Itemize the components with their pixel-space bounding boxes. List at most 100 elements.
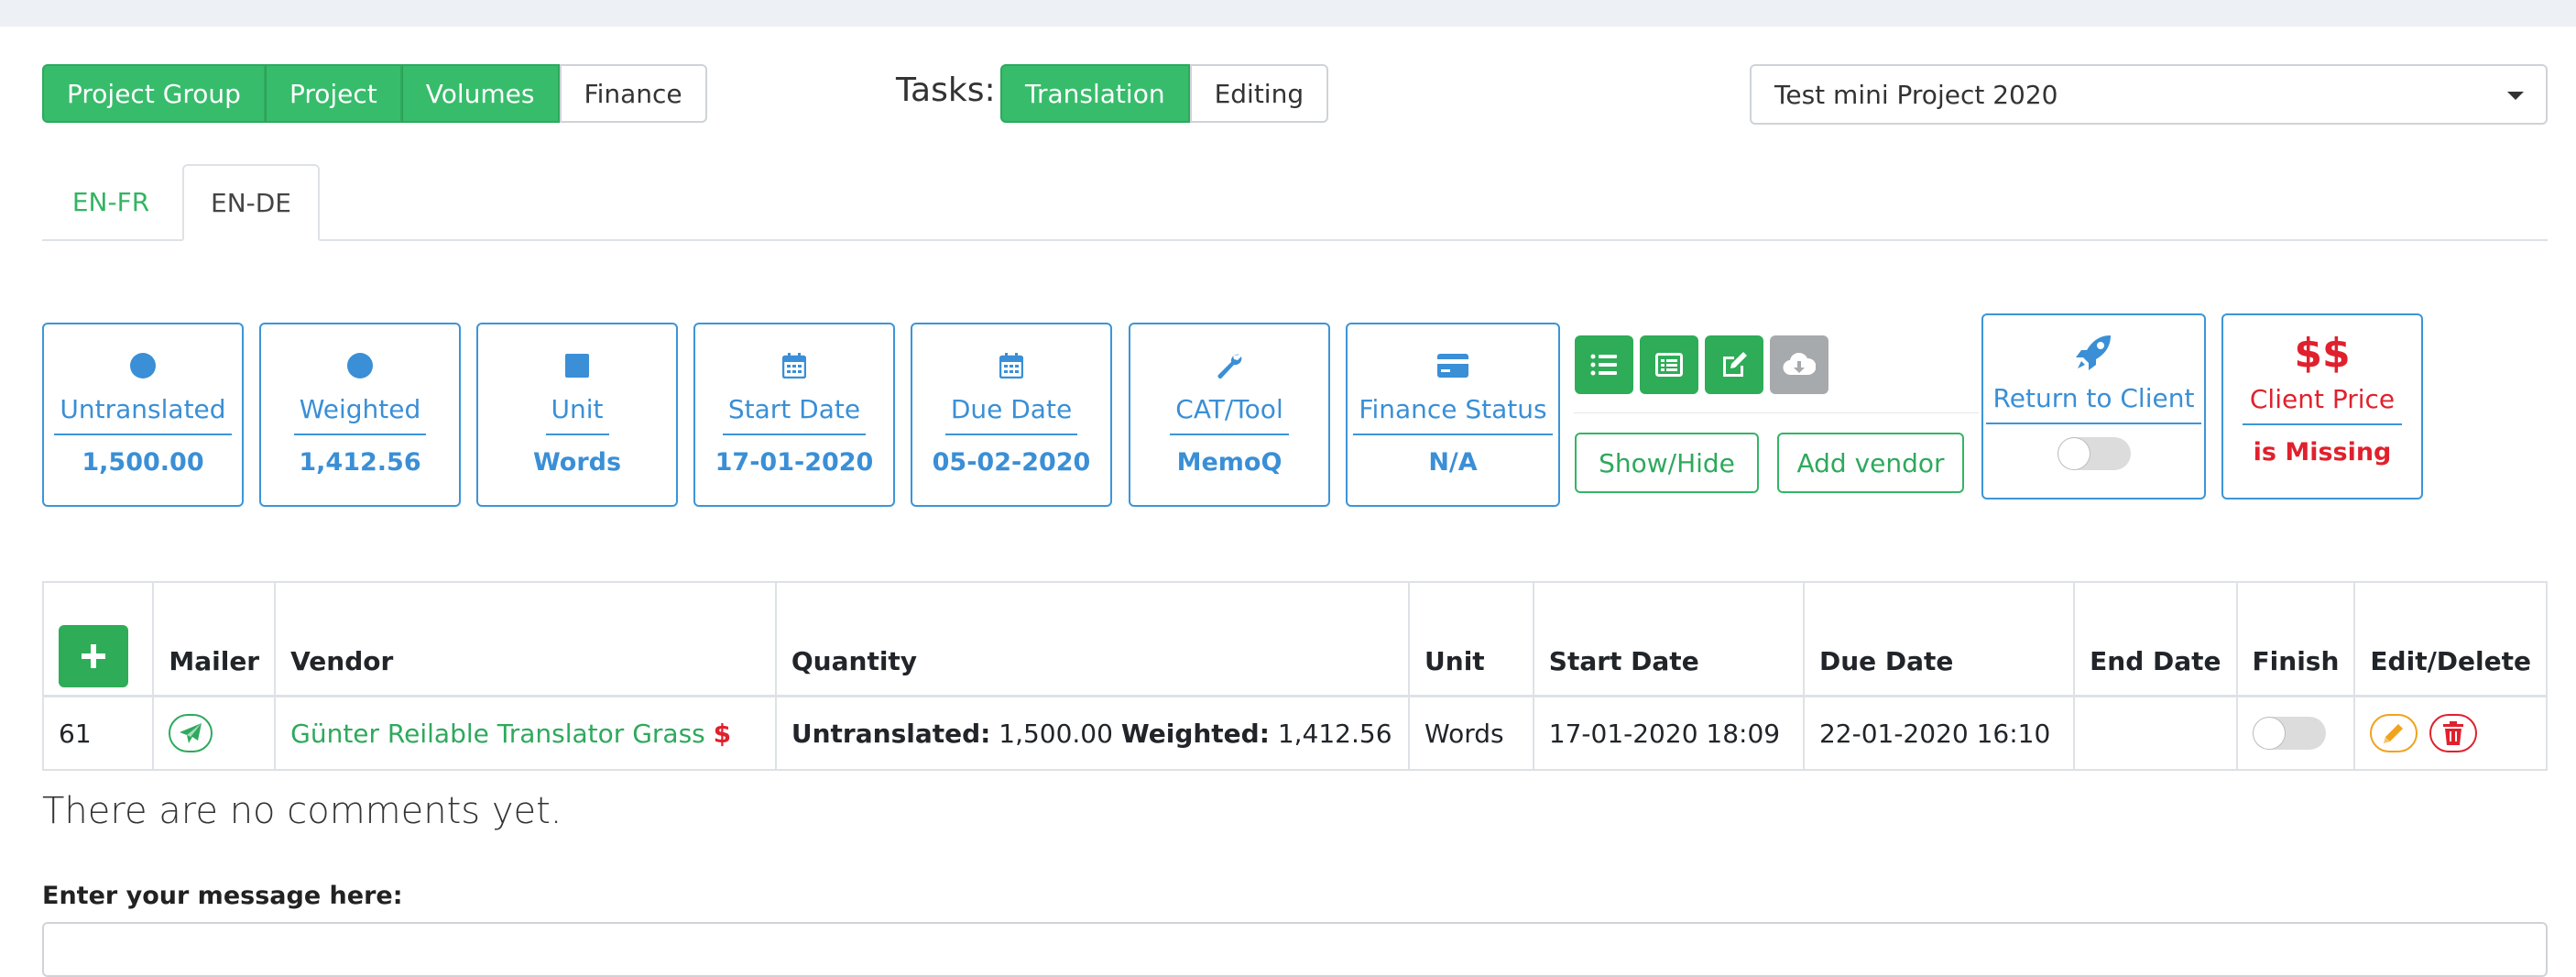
calendar-icon: [999, 353, 1023, 379]
language-tabs: EN-FR EN-DE: [42, 164, 2548, 241]
card-unit: Unit Words: [476, 323, 678, 507]
nav-project-group[interactable]: Project Group: [42, 64, 266, 123]
tasks-nav: Translation Editing: [1000, 64, 1329, 123]
task-editing[interactable]: Editing: [1189, 64, 1329, 123]
pencil-icon: [2384, 724, 2404, 743]
task-translation[interactable]: Translation: [1000, 64, 1190, 123]
client-price-label: Client Price: [2242, 384, 2403, 425]
client-price-status: is Missing: [2253, 438, 2392, 467]
qty-untranslated-value: 1,500.00: [999, 718, 1113, 749]
vendor-link[interactable]: Günter Reilable Translator Grass: [290, 719, 705, 749]
divider: [1574, 412, 1979, 413]
edit-row-button[interactable]: [2370, 714, 2418, 752]
paper-plane-icon: [180, 723, 202, 743]
card-finance-status: Finance Status N/A: [1346, 323, 1560, 507]
card-cat-tool: CAT/Tool MemoQ: [1129, 323, 1330, 507]
message-label: Enter your message here:: [42, 882, 403, 910]
project-select-value: Test mini Project 2020: [1774, 79, 2058, 110]
edit-icon: [1723, 352, 1747, 377]
list-button[interactable]: [1575, 335, 1633, 394]
chevron-down-icon: [2507, 92, 2524, 100]
card-due-date: Due Date 05-02-2020: [911, 323, 1112, 507]
edit-delete-cell: [2353, 695, 2548, 771]
col-mailer: Mailer: [152, 581, 277, 697]
col-edit-delete: Edit/Delete: [2353, 581, 2548, 697]
trash-icon: [2443, 721, 2464, 745]
card-value: 1,412.56: [299, 448, 421, 477]
return-to-client-card: Return to Client: [1981, 313, 2206, 499]
due-date-cell: 22-01-2020 16:10: [1802, 695, 2076, 771]
quantity-cell: Untranslated: 1,500.00 Weighted: 1,412.5…: [774, 695, 1411, 771]
col-end-date: End Date: [2073, 581, 2238, 697]
col-due-date: Due Date: [1802, 581, 2076, 697]
delete-row-button[interactable]: [2429, 714, 2478, 752]
circle-icon: [130, 353, 156, 379]
finish-cell: [2235, 695, 2356, 771]
card-label: Untranslated: [54, 394, 232, 435]
add-column: [41, 581, 155, 697]
square-icon: [565, 354, 589, 378]
card-label: Unit: [545, 394, 609, 435]
nav-volumes[interactable]: Volumes: [401, 64, 560, 123]
finish-toggle[interactable]: [2252, 717, 2326, 750]
rocket-icon: [2075, 335, 2111, 370]
card-label: Due Date: [944, 394, 1078, 435]
message-input[interactable]: [42, 922, 2548, 977]
table-header-row: Mailer Vendor Quantity Unit Start Date D…: [41, 581, 2548, 697]
card-label: Finance Status: [1353, 394, 1553, 435]
circle-icon: [347, 353, 373, 379]
card-weighted: Weighted 1,412.56: [259, 323, 461, 507]
col-start-date: Start Date: [1532, 581, 1805, 697]
return-to-client-label: Return to Client: [1985, 383, 2202, 424]
qty-untranslated-label: Untranslated:: [791, 718, 991, 749]
dollar-badge: $: [713, 718, 732, 749]
card-value: Words: [532, 448, 622, 477]
qty-weighted-label: Weighted:: [1120, 718, 1270, 749]
card-untranslated: Untranslated 1,500.00: [42, 323, 244, 507]
vendor-cell: Günter Reilable Translator Grass $: [274, 695, 777, 771]
end-date-cell: [2073, 695, 2238, 771]
col-finish: Finish: [2235, 581, 2356, 697]
table-button[interactable]: [1640, 335, 1698, 394]
card-value: 05-02-2020: [932, 448, 1091, 477]
client-price-card: $$ Client Price is Missing: [2221, 313, 2423, 499]
list-icon: [1590, 354, 1617, 376]
unit-cell: Words: [1408, 695, 1534, 771]
show-hide-button[interactable]: Show/Hide: [1575, 433, 1759, 493]
table-row: 61 Günter Reilable Translator Grass $ Un…: [41, 695, 2548, 771]
return-to-client-toggle[interactable]: [2057, 437, 2131, 470]
calendar-icon: [782, 353, 806, 379]
nav-finance[interactable]: Finance: [559, 64, 707, 123]
row-id: 61: [41, 695, 155, 771]
credit-card-icon: [1437, 354, 1468, 378]
start-date-cell: 17-01-2020 18:09: [1532, 695, 1805, 771]
project-select[interactable]: Test mini Project 2020: [1750, 64, 2548, 125]
mailer-cell: [152, 695, 277, 771]
top-strip: [0, 0, 2576, 27]
download-button[interactable]: [1770, 335, 1828, 394]
tab-en-fr[interactable]: EN-FR: [42, 164, 180, 239]
plus-icon: [82, 644, 105, 668]
wrench-icon: [1217, 354, 1242, 379]
card-start-date: Start Date 17-01-2020: [693, 323, 895, 507]
card-value: 1,500.00: [82, 448, 204, 477]
nav-project[interactable]: Project: [265, 64, 402, 123]
card-label: Weighted: [293, 394, 427, 435]
project-nav: Project Group Project Volumes Finance: [42, 64, 707, 123]
table-icon: [1655, 353, 1683, 377]
card-label: CAT/Tool: [1170, 394, 1289, 435]
vendor-table: Mailer Vendor Quantity Unit Start Date D…: [41, 581, 2548, 771]
col-unit: Unit: [1408, 581, 1534, 697]
no-comments-text: There are no comments yet.: [42, 790, 562, 832]
card-label: Start Date: [722, 394, 867, 435]
dollar-icon: $$: [2294, 330, 2351, 377]
add-vendor-button[interactable]: Add vendor: [1777, 433, 1964, 493]
edit-button[interactable]: [1705, 335, 1763, 394]
card-value: N/A: [1428, 448, 1478, 477]
send-mail-button[interactable]: [169, 714, 213, 752]
add-vendor-row-button[interactable]: [59, 625, 128, 687]
col-quantity: Quantity: [774, 581, 1411, 697]
tab-en-de[interactable]: EN-DE: [182, 164, 320, 241]
card-value: MemoQ: [1176, 448, 1283, 477]
cloud-download-icon: [1783, 353, 1816, 376]
